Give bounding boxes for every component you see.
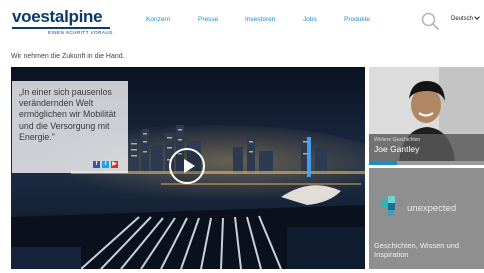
unexpected-logo-icon (381, 196, 395, 216)
nav-item-konzern[interactable]: Konzern (146, 16, 170, 23)
page-tagline: Wir nehmen die Zukunft in die Hand. (11, 53, 125, 60)
nav-item-investoren[interactable]: Investoren (245, 16, 275, 23)
facebook-icon[interactable]: f (93, 161, 100, 168)
site-header: voestalpine EINEN SCHRITT VORAUS. Konzer… (0, 0, 484, 46)
unexpected-card[interactable]: unexpected Geschichten, Wissen und Inspi… (369, 168, 484, 269)
unexpected-title: unexpected (407, 203, 457, 214)
story-progress-fill (369, 161, 397, 165)
logo-underline (12, 27, 110, 29)
logo-wordmark: voestalpine (12, 7, 103, 26)
search-icon[interactable] (421, 12, 439, 30)
language-label: Deutsch (451, 16, 474, 22)
hero-quote-box: „In einer sich pausenlos verändernden We… (12, 81, 128, 173)
story-caption: Weitere Geschichten Joe Gantley (369, 134, 484, 161)
youtube-icon[interactable]: ▶ (111, 161, 118, 168)
logo-tagline: EINEN SCHRITT VORAUS. (48, 30, 115, 35)
play-icon[interactable] (169, 148, 205, 184)
nav-item-jobs[interactable]: Jobs (303, 16, 317, 23)
story-name: Joe Gantley (374, 144, 420, 154)
chevron-down-icon (474, 14, 480, 20)
story-progress-bar (369, 161, 484, 165)
story-kicker: Weitere Geschichten (374, 137, 421, 143)
voestalpine-logo[interactable]: voestalpine EINEN SCHRITT VORAUS. (12, 8, 114, 35)
language-selector[interactable]: Deutsch (451, 14, 480, 22)
nav-item-produkte[interactable]: Produkte (344, 16, 370, 23)
hero-quote: „In einer sich pausenlos verändernden We… (19, 87, 116, 142)
nav-item-presse[interactable]: Presse (198, 16, 218, 23)
twitter-icon[interactable]: t (102, 161, 109, 168)
story-card[interactable]: Weitere Geschichten Joe Gantley (369, 67, 484, 161)
social-share: f t ▶ (93, 161, 118, 168)
unexpected-subtitle: Geschichten, Wissen und Inspiration (374, 241, 460, 259)
